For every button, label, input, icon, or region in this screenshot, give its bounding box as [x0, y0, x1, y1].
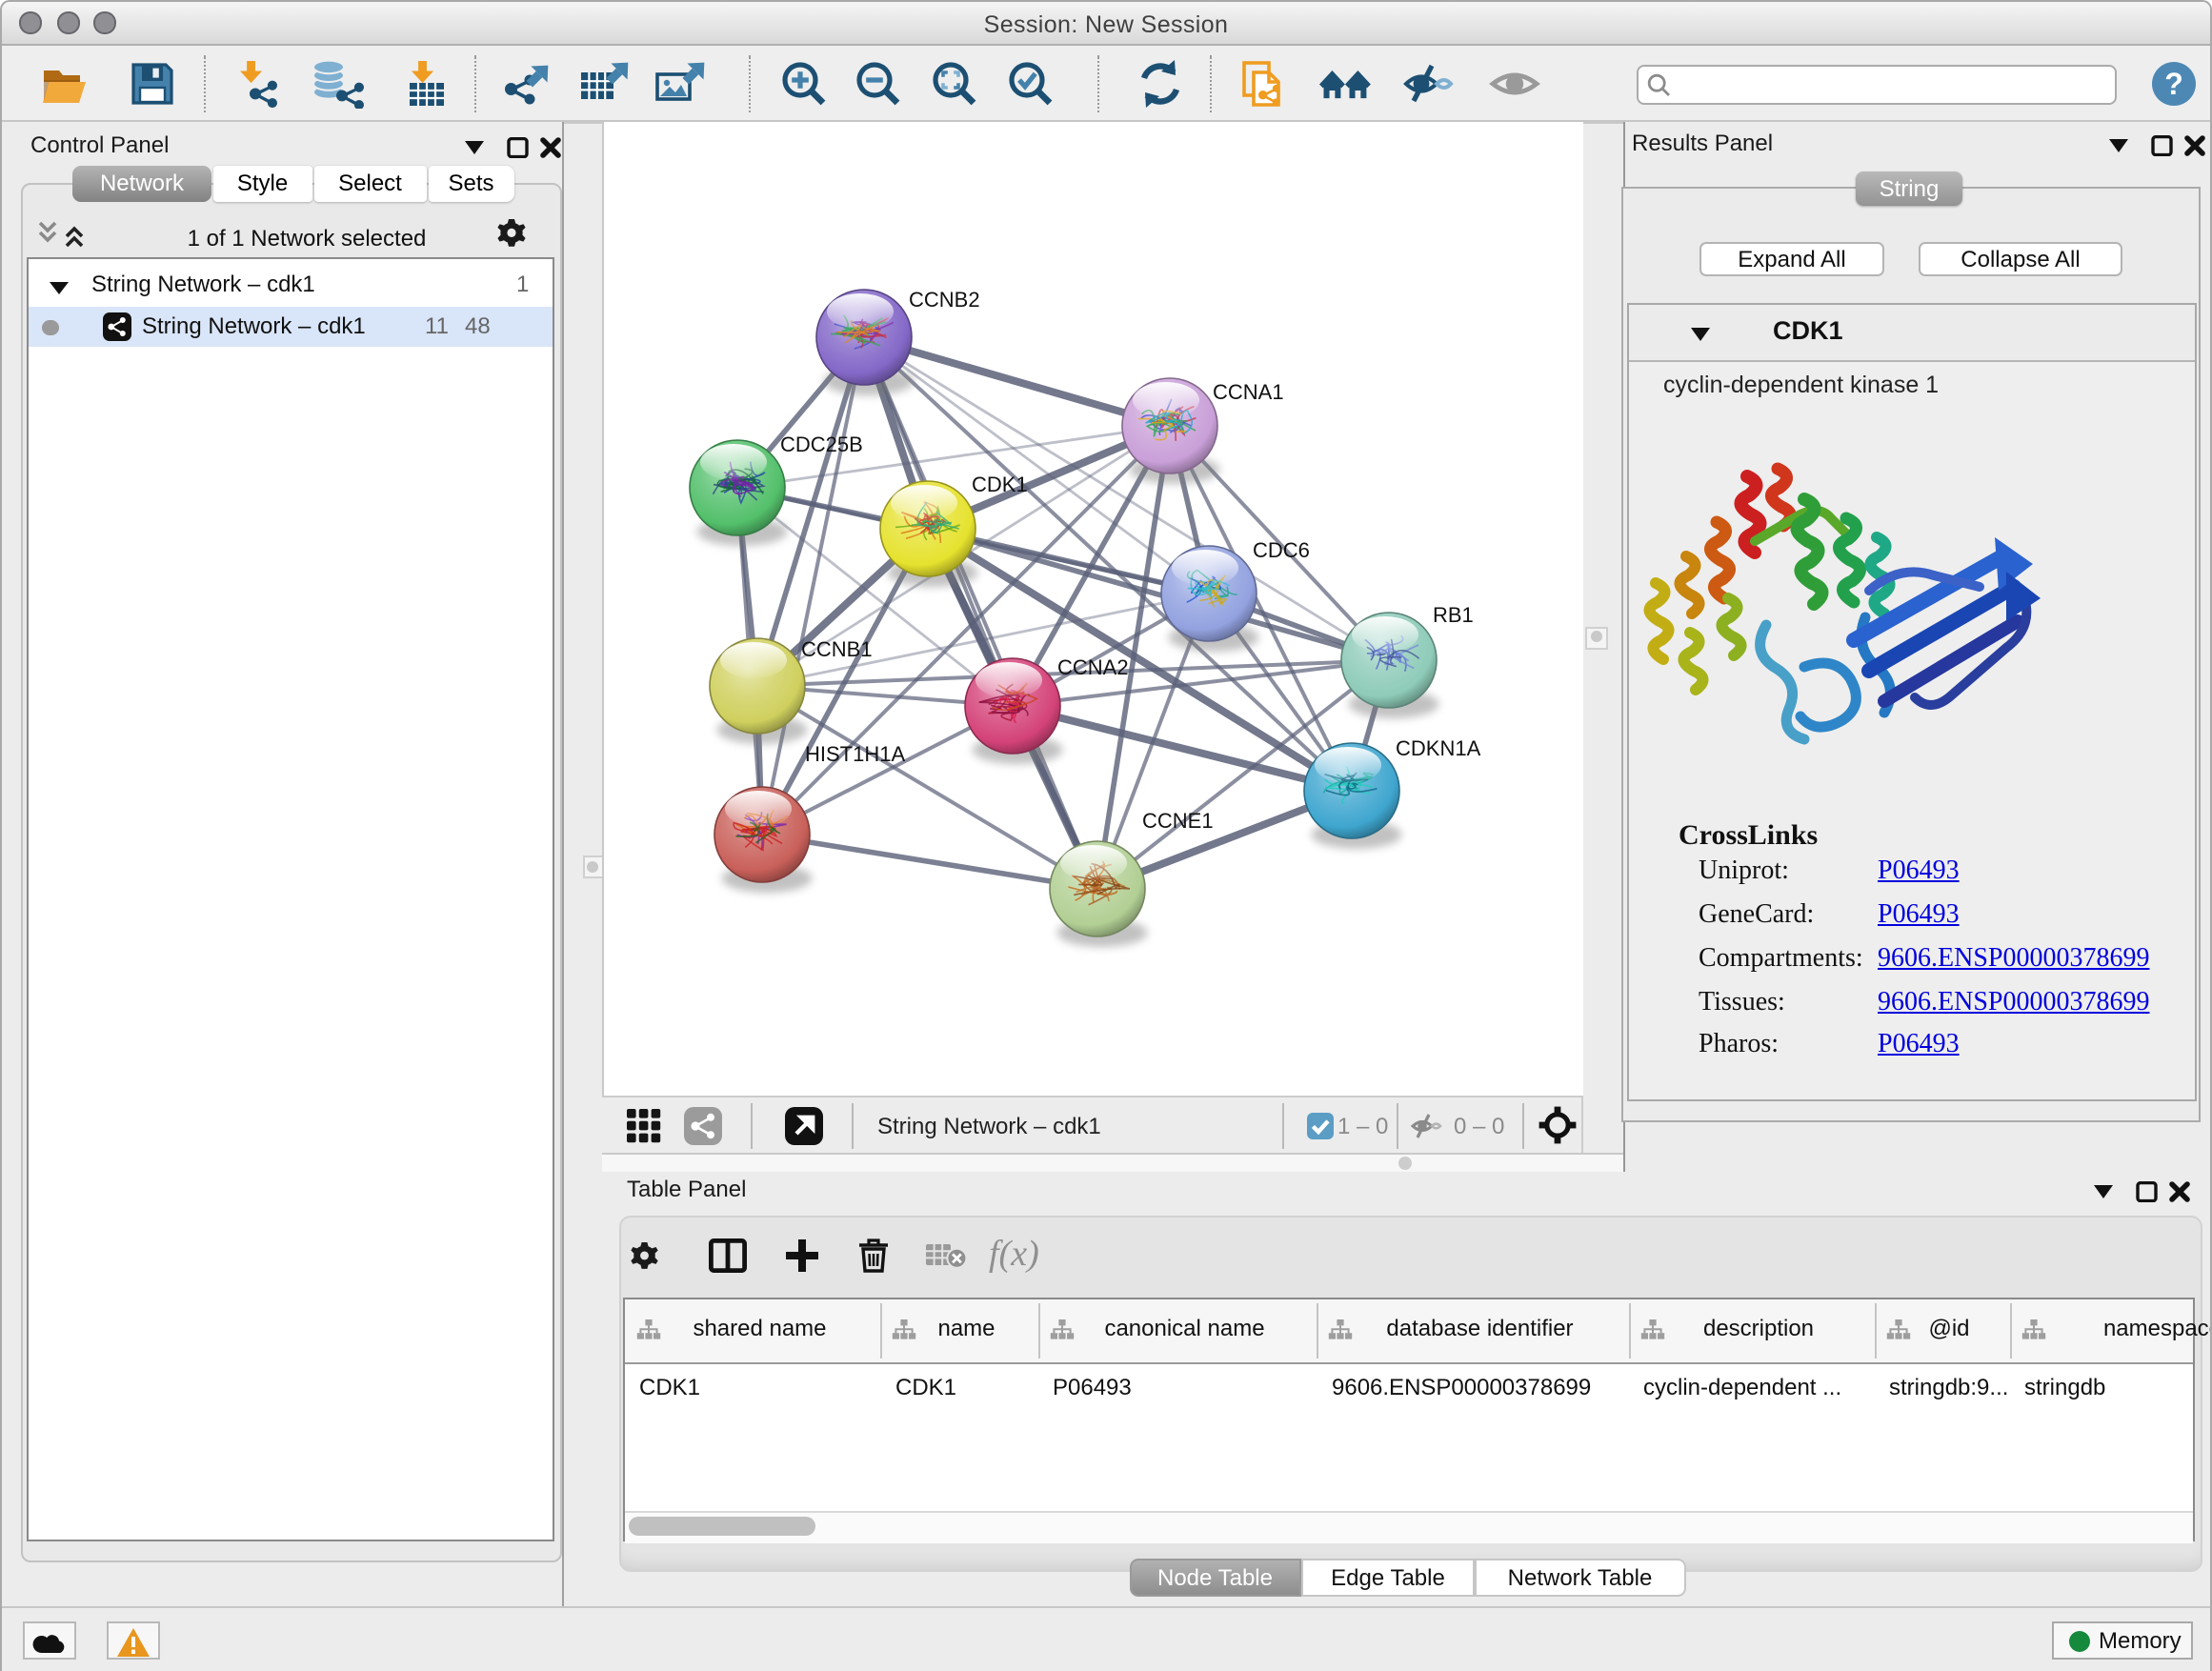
svg-text:CDK1: CDK1: [972, 473, 1028, 496]
svg-text:HIST1H1A: HIST1H1A: [805, 742, 905, 766]
svg-text:CCNB1: CCNB1: [801, 637, 873, 661]
svg-text:CCNB2: CCNB2: [909, 288, 980, 312]
svg-text:CDC25B: CDC25B: [780, 433, 863, 456]
svg-text:RB1: RB1: [1433, 603, 1474, 627]
svg-text:CDC6: CDC6: [1253, 538, 1310, 562]
svg-text:CDKN1A: CDKN1A: [1396, 736, 1481, 760]
svg-text:CCNE1: CCNE1: [1142, 809, 1214, 833]
svg-text:CCNA1: CCNA1: [1213, 380, 1284, 404]
svg-text:CCNA2: CCNA2: [1057, 655, 1129, 679]
svg-text:?: ?: [2164, 66, 2183, 100]
